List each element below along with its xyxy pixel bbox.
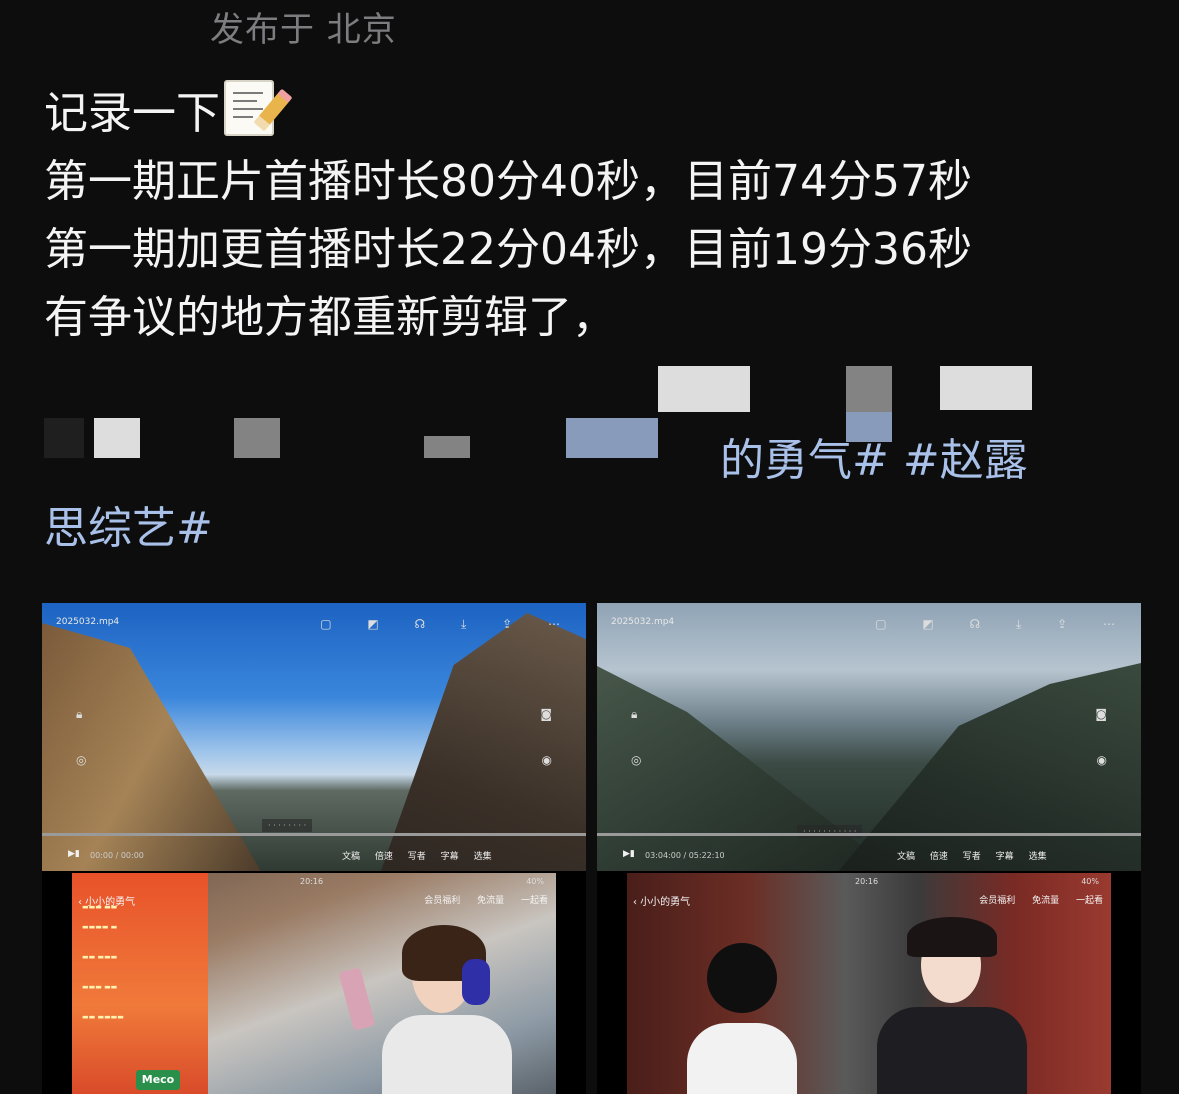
control-episodes[interactable]: 选集 (1029, 852, 1047, 862)
redaction-block (94, 418, 140, 458)
screenshot-icon[interactable]: ◎ (631, 753, 641, 767)
control-subtitle[interactable]: 字幕 (996, 852, 1014, 862)
menu-member[interactable]: 会员福利 (424, 896, 460, 906)
post-line-4: 有争议的地方都重新剪辑了， (44, 292, 616, 343)
redaction-block (658, 366, 750, 412)
post-image-1[interactable]: 2025032.mp4 ▢ ◩ ☊ ⤓ ⇪ ⋯ 🔒︎ ◎ ◙ ◉ · · · ·… (42, 603, 586, 1094)
player-controls: ▶▮ 00:00 / 00:00 文稿 倍速 写者 字幕 选集 (42, 849, 586, 867)
app-title[interactable]: ‹ 小小的勇气 (78, 893, 135, 908)
screenshot-icon[interactable]: ◎ (76, 753, 86, 767)
control-transcript[interactable]: 文稿 (897, 852, 915, 862)
video-player: 2025032.mp4 ▢ ◩ ☊ ⤓ ⇪ ⋯ 🔒︎ ◎ ◙ ◉ · · · ·… (597, 603, 1141, 871)
post-line-3: 第一期加更首播时长22分04秒，目前19分36秒 (44, 224, 972, 275)
menu-free-data[interactable]: 免流量 (477, 896, 504, 906)
play-icon[interactable]: ▶▮ (68, 849, 80, 859)
player-controls: ▶▮ 03:04:00 / 05:22:10 文稿 倍速 写者 字幕 选集 (597, 849, 1141, 867)
control-episodes[interactable]: 选集 (474, 852, 492, 862)
person-girl (877, 917, 1027, 1094)
record-icon[interactable]: ◉ (542, 753, 552, 767)
control-subtitle[interactable]: 字幕 (441, 852, 459, 862)
hashtag-link[interactable]: 的勇气# #赵露 (720, 424, 1028, 488)
control-speed[interactable]: 倍速 (930, 852, 948, 862)
redaction-block (424, 436, 470, 458)
redaction-block (940, 366, 1032, 410)
post-image-2[interactable]: 2025032.mp4 ▢ ◩ ☊ ⤓ ⇪ ⋯ 🔒︎ ◎ ◙ ◉ · · · ·… (597, 603, 1141, 1094)
lock-icon[interactable]: 🔒︎ (631, 707, 637, 722)
subtitle-bar: · · · · · · · · · · · (797, 825, 863, 838)
camera-icon[interactable]: ◙ (1095, 707, 1107, 721)
video-player: 2025032.mp4 ▢ ◩ ☊ ⤓ ⇪ ⋯ 🔒︎ ◎ ◙ ◉ · · · ·… (42, 603, 586, 871)
post-line-2: 第一期正片首播时长80分40秒，目前74分57秒 (44, 156, 972, 207)
time-readout: 03:04:00 / 05:22:10 (645, 851, 725, 860)
control-speed[interactable]: 倍速 (375, 852, 393, 862)
control-author[interactable]: 写者 (963, 852, 981, 862)
progress-bar[interactable] (42, 833, 586, 836)
phone-screen: ▬▬▬ ▬▬ ▬▬▬▬ ▬ ▬▬ ▬▬▬ ▬▬▬ ▬▬ ▬▬ ▬▬▬▬ Meco… (72, 873, 556, 1094)
camera-icon[interactable]: ◙ (540, 707, 552, 721)
app-nav-bar: ‹ 小小的勇气 会员福利 免流量 一起看 (72, 893, 556, 913)
app-nav-bar: ‹ 小小的勇气 会员福利 免流量 一起看 (627, 893, 1111, 913)
file-name: 2025032 (611, 617, 652, 627)
post-location: 发布于 北京 (210, 10, 397, 50)
subtitle-bar: · · · · · · · · (262, 819, 313, 832)
lock-icon[interactable]: 🔒︎ (76, 707, 82, 722)
redaction-block (44, 418, 84, 458)
hashtag-link[interactable]: 思综艺# (44, 492, 213, 556)
post-line-1: 记录一下 (44, 80, 1144, 148)
record-icon[interactable]: ◉ (1097, 753, 1107, 767)
redaction-block (846, 366, 892, 412)
phone-screen: 20:16 40% ‹ 小小的勇气 会员福利 免流量 一起看 (627, 873, 1111, 1094)
player-top-bar: 2025032.mp4 ▢ ◩ ☊ ⤓ ⇪ ⋯ (56, 617, 576, 631)
app-title[interactable]: ‹ 小小的勇气 (633, 893, 690, 908)
menu-watch-together[interactable]: 一起看 (521, 896, 548, 906)
menu-member[interactable]: 会员福利 (979, 896, 1015, 906)
menu-watch-together[interactable]: 一起看 (1076, 896, 1103, 906)
control-transcript[interactable]: 文稿 (342, 852, 360, 862)
person-with-headphones (338, 919, 522, 1094)
progress-bar[interactable] (597, 833, 1141, 836)
redaction-block (566, 418, 658, 458)
redaction-block (234, 418, 280, 458)
player-icons: ▢ ◩ ☊ ⤓ ⇪ ⋯ (320, 617, 576, 631)
time-readout: 00:00 / 00:00 (90, 851, 144, 860)
person-boy (687, 943, 797, 1094)
menu-free-data[interactable]: 免流量 (1032, 896, 1059, 906)
play-icon[interactable]: ▶▮ (623, 849, 635, 859)
post-body: 记录一下 第一期正片首播时长80分40秒，目前74分57秒 第一期加更首播时长2… (44, 80, 1144, 352)
player-top-bar: 2025032.mp4 ▢ ◩ ☊ ⤓ ⇪ ⋯ (611, 617, 1131, 631)
memo-icon (224, 80, 293, 136)
player-icons: ▢ ◩ ☊ ⤓ ⇪ ⋯ (875, 617, 1131, 631)
control-author[interactable]: 写者 (408, 852, 426, 862)
file-name: 2025032 (56, 617, 97, 627)
meco-brand-badge: Meco (136, 1070, 180, 1090)
